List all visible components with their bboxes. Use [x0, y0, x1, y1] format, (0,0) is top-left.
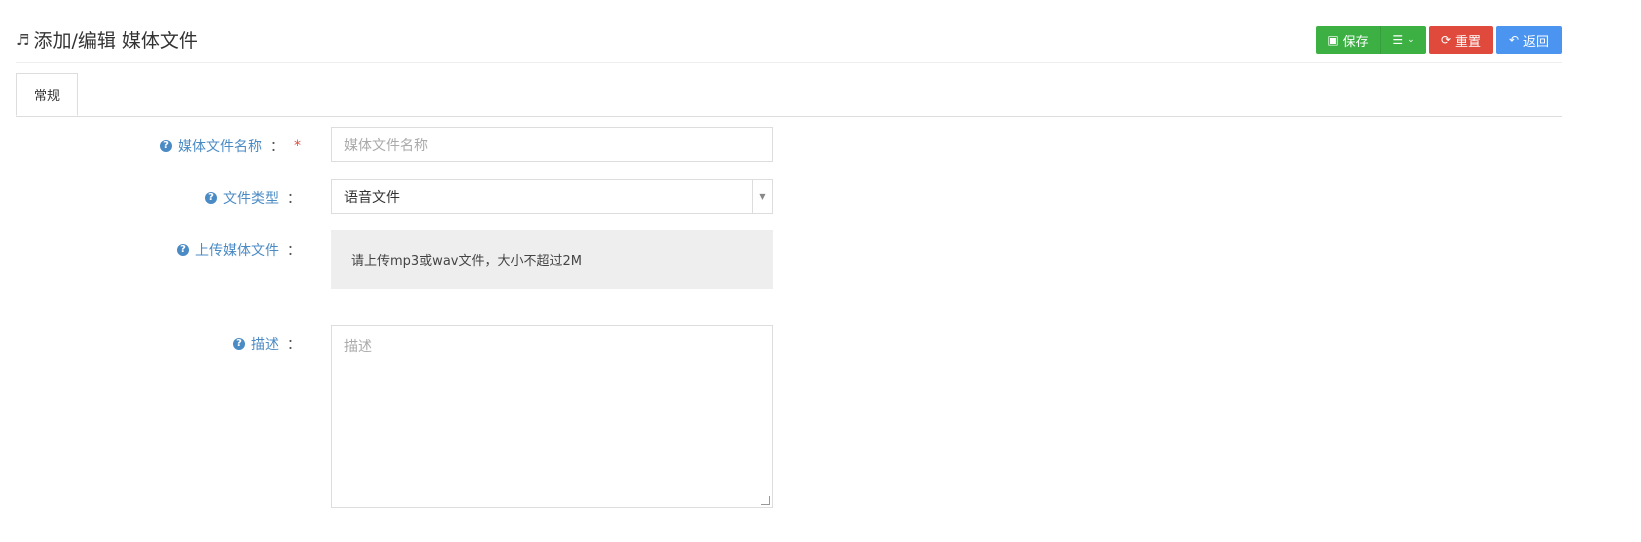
required-asterisk: *	[294, 138, 301, 154]
question-circle-icon[interactable]: ?	[205, 192, 217, 204]
question-circle-icon[interactable]: ?	[177, 244, 189, 256]
save-button-label: 保存	[1342, 34, 1369, 50]
tab-general-label: 常规	[33, 89, 60, 104]
page-header: ♬ 添加/编辑 媒体文件 ▣ 保存 ☰ ⌄ ⟳ 重置 ↶ 返回	[16, 26, 1562, 63]
question-circle-icon[interactable]: ?	[160, 140, 172, 152]
page-title: ♬ 添加/编辑 媒体文件	[16, 26, 198, 53]
type-label: ? 文件类型 ：	[205, 188, 301, 208]
type-label-text: 文件类型	[223, 191, 279, 207]
tab-bar: 常规	[16, 73, 1562, 117]
name-label-text: 媒体文件名称	[178, 139, 262, 155]
back-button[interactable]: ↶ 返回	[1496, 26, 1562, 54]
description-textarea[interactable]: 描述	[331, 325, 773, 508]
reset-button[interactable]: ⟳ 重置	[1429, 26, 1493, 54]
upload-label: ? 上传媒体文件 ：	[177, 240, 301, 260]
form-row-type: ? 文件类型 ： 语音文件 ▼	[0, 179, 1641, 214]
file-type-select[interactable]: 语音文件 ▼	[331, 179, 773, 214]
form-row-description: ? 描述 ： 描述	[0, 325, 1641, 508]
resize-handle-icon[interactable]	[761, 496, 770, 505]
media-name-placeholder: 媒体文件名称	[344, 137, 428, 154]
form-row-upload: ? 上传媒体文件 ： 请上传mp3或wav文件，大小不超过2M	[0, 230, 1641, 289]
save-button-group: ▣ 保存 ☰ ⌄	[1316, 26, 1426, 54]
description-label: ? 描述 ：	[233, 334, 301, 354]
reply-arrow-icon: ↶	[1508, 33, 1520, 47]
save-options-dropdown-button[interactable]: ☰ ⌄	[1380, 26, 1426, 54]
page: ♬ 添加/编辑 媒体文件 ▣ 保存 ☰ ⌄ ⟳ 重置 ↶ 返回 常规 ? 媒体文…	[0, 0, 1641, 542]
page-title-text: 添加/编辑 媒体文件	[33, 30, 198, 52]
save-button[interactable]: ▣ 保存	[1316, 26, 1380, 54]
music-note-icon: ♬	[16, 30, 30, 49]
back-button-label: 返回	[1523, 34, 1550, 50]
type-label-colon: ：	[287, 191, 301, 207]
upload-label-text: 上传媒体文件	[195, 243, 279, 259]
description-label-text: 描述	[251, 337, 279, 353]
chevron-down-icon: ⌄	[1407, 35, 1415, 45]
caret-down-icon[interactable]: ▼	[752, 180, 772, 213]
question-circle-icon[interactable]: ?	[233, 338, 245, 350]
upload-label-colon: ：	[287, 243, 301, 259]
file-type-selected-value: 语音文件	[344, 189, 400, 206]
toolbar: ▣ 保存 ☰ ⌄ ⟳ 重置 ↶ 返回	[1316, 26, 1562, 54]
tab-general[interactable]: 常规	[16, 73, 78, 116]
description-placeholder: 描述	[344, 339, 372, 355]
description-label-colon: ：	[287, 337, 301, 353]
floppy-disk-icon: ▣	[1327, 33, 1339, 47]
media-upload-area[interactable]: 请上传mp3或wav文件，大小不超过2M	[331, 230, 773, 289]
upload-hint: 请上传mp3或wav文件，大小不超过2M	[351, 254, 582, 269]
list-icon: ☰	[1392, 33, 1404, 47]
media-name-input[interactable]: 媒体文件名称	[331, 127, 773, 162]
refresh-icon: ⟳	[1440, 33, 1452, 47]
name-label: ? 媒体文件名称 ： *	[160, 136, 301, 156]
name-label-colon: ：	[270, 139, 284, 155]
form-row-name: ? 媒体文件名称 ： * 媒体文件名称	[0, 127, 1641, 162]
reset-button-label: 重置	[1455, 34, 1482, 50]
